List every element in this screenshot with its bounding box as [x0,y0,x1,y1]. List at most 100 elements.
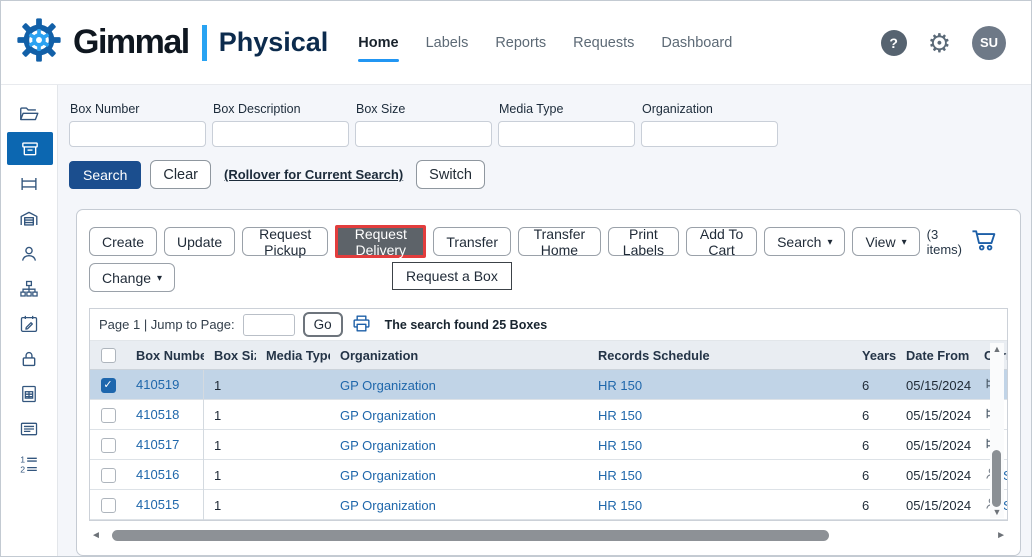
transfer-button[interactable]: Transfer [433,227,511,256]
records-schedule-link[interactable]: HR 150 [588,438,850,453]
scroll-right-arrow-icon[interactable]: ► [996,530,1006,541]
organization-input[interactable] [641,121,778,147]
toolbar-row-1: Create Update Request Pickup Request Del… [89,225,1008,258]
sidebar-item-reports[interactable] [1,376,57,411]
organization-link[interactable]: GP Organization [330,468,588,483]
transfer-home-button[interactable]: Transfer Home [518,227,601,256]
print-icon[interactable] [351,314,372,336]
organization-link[interactable]: GP Organization [330,438,588,453]
table-row[interactable]: 410516 1 GP Organization HR 150 6 05/15/… [90,460,1007,490]
box-number-link[interactable]: 410515 [126,490,204,520]
sidebar-item-numbering[interactable]: 12 [1,446,57,481]
box-size-label: Box Size [356,102,492,116]
gimmal-logo: Gimmal Physical [14,15,328,70]
records-schedule-link[interactable]: HR 150 [588,498,850,513]
column-header-organization[interactable]: Organization [330,348,588,363]
table-row[interactable]: 410515 1 GP Organization HR 150 6 05/15/… [90,490,1007,520]
records-schedule-link[interactable]: HR 150 [588,408,850,423]
box-description-input[interactable] [212,121,349,147]
row-checkbox[interactable] [101,438,116,453]
sidebar-item-boxes[interactable] [7,132,53,165]
column-header-records-schedule[interactable]: Records Schedule [588,348,850,363]
sidebar-item-users[interactable] [1,236,57,271]
help-icon[interactable]: ? [881,30,907,56]
settings-gear-icon[interactable]: ⚙ [928,30,951,56]
records-schedule-link[interactable]: HR 150 [588,468,850,483]
field-box-description: Box Description [212,102,349,147]
box-size-input[interactable] [355,121,492,147]
box-size-cell: 1 [204,378,256,393]
table-row[interactable]: 410517 1 GP Organization HR 150 6 05/15/… [90,430,1007,460]
column-header-date-from[interactable]: Date From [898,348,978,363]
change-dropdown-button[interactable]: Change▾ [89,263,175,292]
horizontal-scrollbar[interactable]: ◄ ► [89,528,1008,543]
row-checkbox[interactable] [101,408,116,423]
app-window: Gimmal Physical Home Labels Reports Requ… [0,0,1032,557]
sidebar-item-folders[interactable] [1,96,57,131]
box-number-input[interactable] [69,121,206,147]
person-icon [18,243,40,265]
search-actions: Search Clear (Rollover for Current Searc… [69,160,1031,189]
go-button[interactable]: Go [303,312,343,337]
create-button[interactable]: Create [89,227,157,256]
column-header-years[interactable]: Years [850,348,898,363]
row-checkbox[interactable] [101,498,116,513]
user-avatar[interactable]: SU [972,26,1006,60]
switch-button[interactable]: Switch [416,160,485,189]
request-delivery-button[interactable]: Request Delivery [335,225,426,258]
media-type-input[interactable] [498,121,635,147]
add-to-cart-button[interactable]: Add To Cart [686,227,757,256]
search-dropdown-button[interactable]: Search▾ [764,227,845,256]
nav-tab-home[interactable]: Home [358,35,398,53]
date-from-cell: 05/15/2024 [898,498,978,513]
table-row[interactable]: 410518 1 GP Organization HR 150 6 05/15/… [90,400,1007,430]
organization-link[interactable]: GP Organization [330,408,588,423]
cart-items-count: (3 items) [927,227,962,257]
clear-button[interactable]: Clear [150,160,211,189]
nav-tab-dashboard[interactable]: Dashboard [661,35,732,53]
search-button[interactable]: Search [69,161,141,189]
update-button[interactable]: Update [164,227,235,256]
column-header-box-size[interactable]: Box Size [204,348,256,363]
print-labels-button[interactable]: Print Labels [608,227,679,256]
column-header-box-number[interactable]: Box Number [126,348,204,363]
horizontal-scroll-thumb[interactable] [112,530,829,541]
sidebar-item-shelves[interactable] [1,166,57,201]
view-dropdown-button[interactable]: View▾ [852,227,919,256]
rollover-current-search-link[interactable]: (Rollover for Current Search) [224,167,403,182]
nav-tab-requests[interactable]: Requests [573,35,634,53]
box-number-link[interactable]: 410519 [126,370,204,400]
jump-to-page-input[interactable] [243,314,295,336]
organization-link[interactable]: GP Organization [330,498,588,513]
sidebar-item-security[interactable] [1,341,57,376]
request-pickup-button[interactable]: Request Pickup [242,227,328,256]
box-number-link[interactable]: 410516 [126,460,204,490]
nav-tab-labels[interactable]: Labels [426,35,469,53]
document-table-icon [18,383,40,405]
records-schedule-link[interactable]: HR 150 [588,378,850,393]
form-card-icon [18,418,40,440]
table-body: ✓ 410519 1 GP Organization HR 150 6 05/1… [90,370,1007,520]
box-number-link[interactable]: 410518 [126,400,204,430]
field-organization: Organization [641,102,778,147]
scroll-down-arrow-icon[interactable]: ▼ [993,506,1002,518]
sidebar-item-warehouse[interactable] [1,201,57,236]
column-header-media-type[interactable]: Media Type [256,348,330,363]
vertical-scroll-thumb[interactable] [992,450,1001,507]
scroll-up-arrow-icon[interactable]: ▲ [993,343,1002,355]
row-checkbox[interactable] [101,468,116,483]
toolbar: Create Update Request Pickup Request Del… [89,225,1008,292]
row-checkbox[interactable]: ✓ [101,378,116,393]
select-all-checkbox[interactable] [101,348,116,363]
sidebar-item-forms[interactable] [1,411,57,446]
vertical-scrollbar[interactable]: ▲ ▼ [990,343,1004,518]
table-row[interactable]: ✓ 410519 1 GP Organization HR 150 6 05/1… [90,370,1007,400]
sidebar-item-organizations[interactable] [1,271,57,306]
nav-tab-reports[interactable]: Reports [495,35,546,53]
box-number-link[interactable]: 410517 [126,430,204,460]
organization-link[interactable]: GP Organization [330,378,588,393]
sidebar-item-schedules[interactable] [1,306,57,341]
numbered-list-icon: 12 [18,453,40,475]
cart-icon[interactable] [970,228,1000,255]
scroll-left-arrow-icon[interactable]: ◄ [91,530,101,541]
